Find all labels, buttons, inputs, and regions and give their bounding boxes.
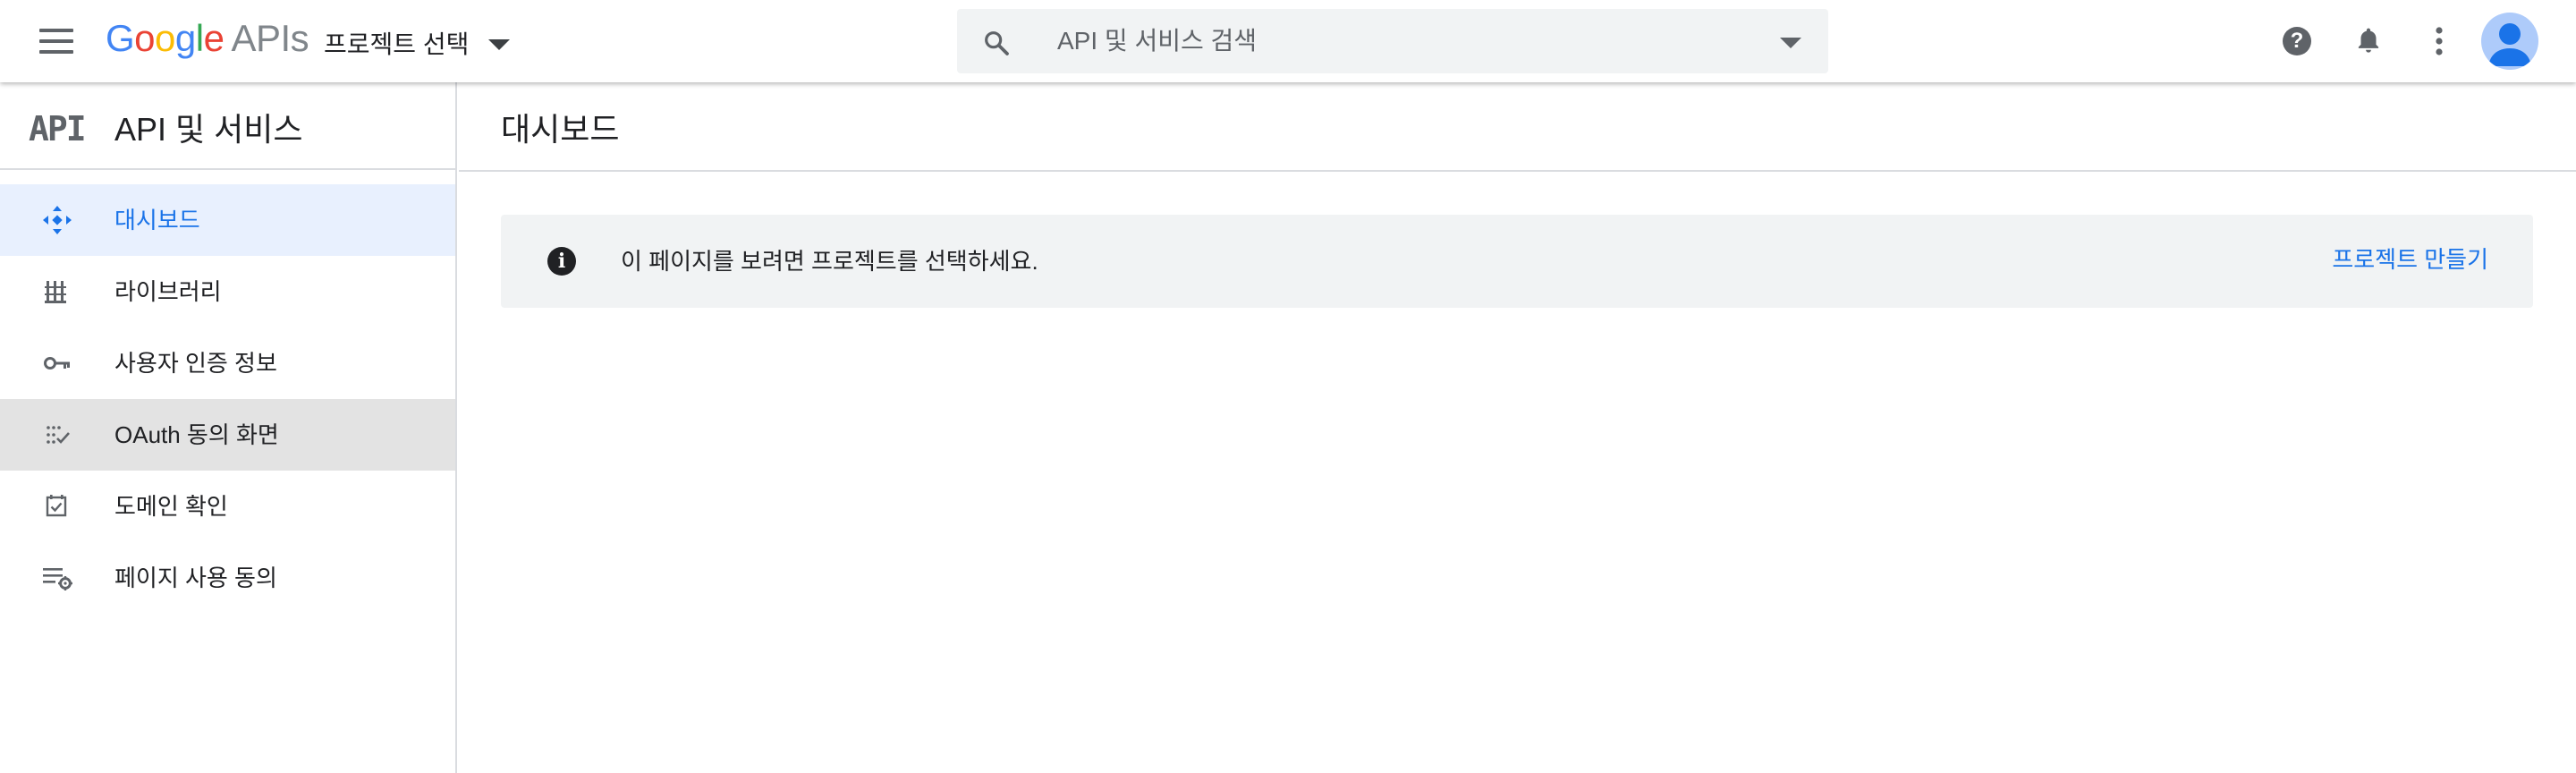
notifications-button[interactable] — [2351, 23, 2386, 59]
help-icon: ? — [2283, 27, 2311, 55]
project-picker-label: 프로젝트 선택 — [324, 30, 470, 58]
chevron-down-icon — [488, 39, 511, 50]
sidebar-item-credentials[interactable]: 사용자 인증 정보 — [0, 327, 455, 399]
sidebar-item-page-usage-agreement[interactable]: 페이지 사용 동의 — [0, 542, 455, 614]
select-project-notice: i 이 페이지를 보려면 프로젝트를 선택하세요. 프로젝트 만들기 — [501, 215, 2533, 308]
account-avatar[interactable] — [2481, 13, 2538, 70]
sidebar-item-label: 대시보드 — [114, 207, 200, 234]
sidebar-item-oauth-consent[interactable]: OAuth 동의 화면 — [0, 399, 455, 471]
more-vert-icon — [2436, 27, 2443, 55]
sidebar-item-label: OAuth 동의 화면 — [114, 421, 279, 448]
help-button[interactable]: ? — [2279, 23, 2315, 59]
google-apis-logo[interactable]: Google APIs — [106, 16, 309, 61]
sidebar-item-label: 도메인 확인 — [114, 493, 228, 520]
sidebar-item-library[interactable]: 라이브러리 — [0, 256, 455, 327]
bell-icon — [2358, 28, 2379, 53]
create-project-link[interactable]: 프로젝트 만들기 — [2332, 215, 2488, 304]
more-options-button[interactable] — [2421, 23, 2457, 59]
notice-message: 이 페이지를 보려면 프로젝트를 선택하세요. — [621, 248, 1038, 275]
library-icon — [45, 281, 66, 303]
sidebar: API API 및 서비스 대시보드 라이브러리 사용자 인증 정보 OAuth… — [0, 82, 457, 773]
account-icon — [2488, 23, 2531, 66]
sidebar-item-label: 페이지 사용 동의 — [114, 565, 277, 591]
page-header: 대시보드 — [459, 82, 2576, 172]
key-icon — [44, 357, 70, 370]
menu-icon[interactable] — [36, 23, 79, 59]
consent-icon — [47, 426, 70, 444]
search-bar[interactable]: API 및 서비스 검색 — [957, 9, 1828, 73]
sidebar-title: API 및 서비스 — [114, 111, 303, 148]
sidebar-item-label: 사용자 인증 정보 — [114, 350, 277, 377]
top-app-bar: Google APIs 프로젝트 선택 API 및 서비스 검색 ? — [0, 0, 2576, 82]
info-icon: i — [547, 247, 576, 276]
sidebar-item-dashboard[interactable]: 대시보드 — [0, 184, 455, 256]
sidebar-header: API API 및 서비스 — [0, 82, 455, 170]
page-title: 대시보드 — [501, 111, 620, 148]
search-icon — [985, 31, 1009, 55]
sidebar-item-label: 라이브러리 — [114, 278, 222, 305]
project-picker-button[interactable]: 프로젝트 선택 — [324, 25, 511, 61]
search-dropdown-icon[interactable] — [1780, 38, 1801, 48]
search-input[interactable]: API 및 서비스 검색 — [1057, 9, 1257, 73]
page-settings-icon — [43, 568, 72, 590]
api-logo-icon: API — [29, 109, 87, 149]
sidebar-item-domain-verification[interactable]: 도메인 확인 — [0, 471, 455, 542]
domain-check-icon — [46, 495, 67, 517]
sidebar-nav: 대시보드 라이브러리 사용자 인증 정보 OAuth 동의 화면 도메인 확인 … — [0, 184, 455, 614]
dashboard-icon — [43, 206, 72, 234]
